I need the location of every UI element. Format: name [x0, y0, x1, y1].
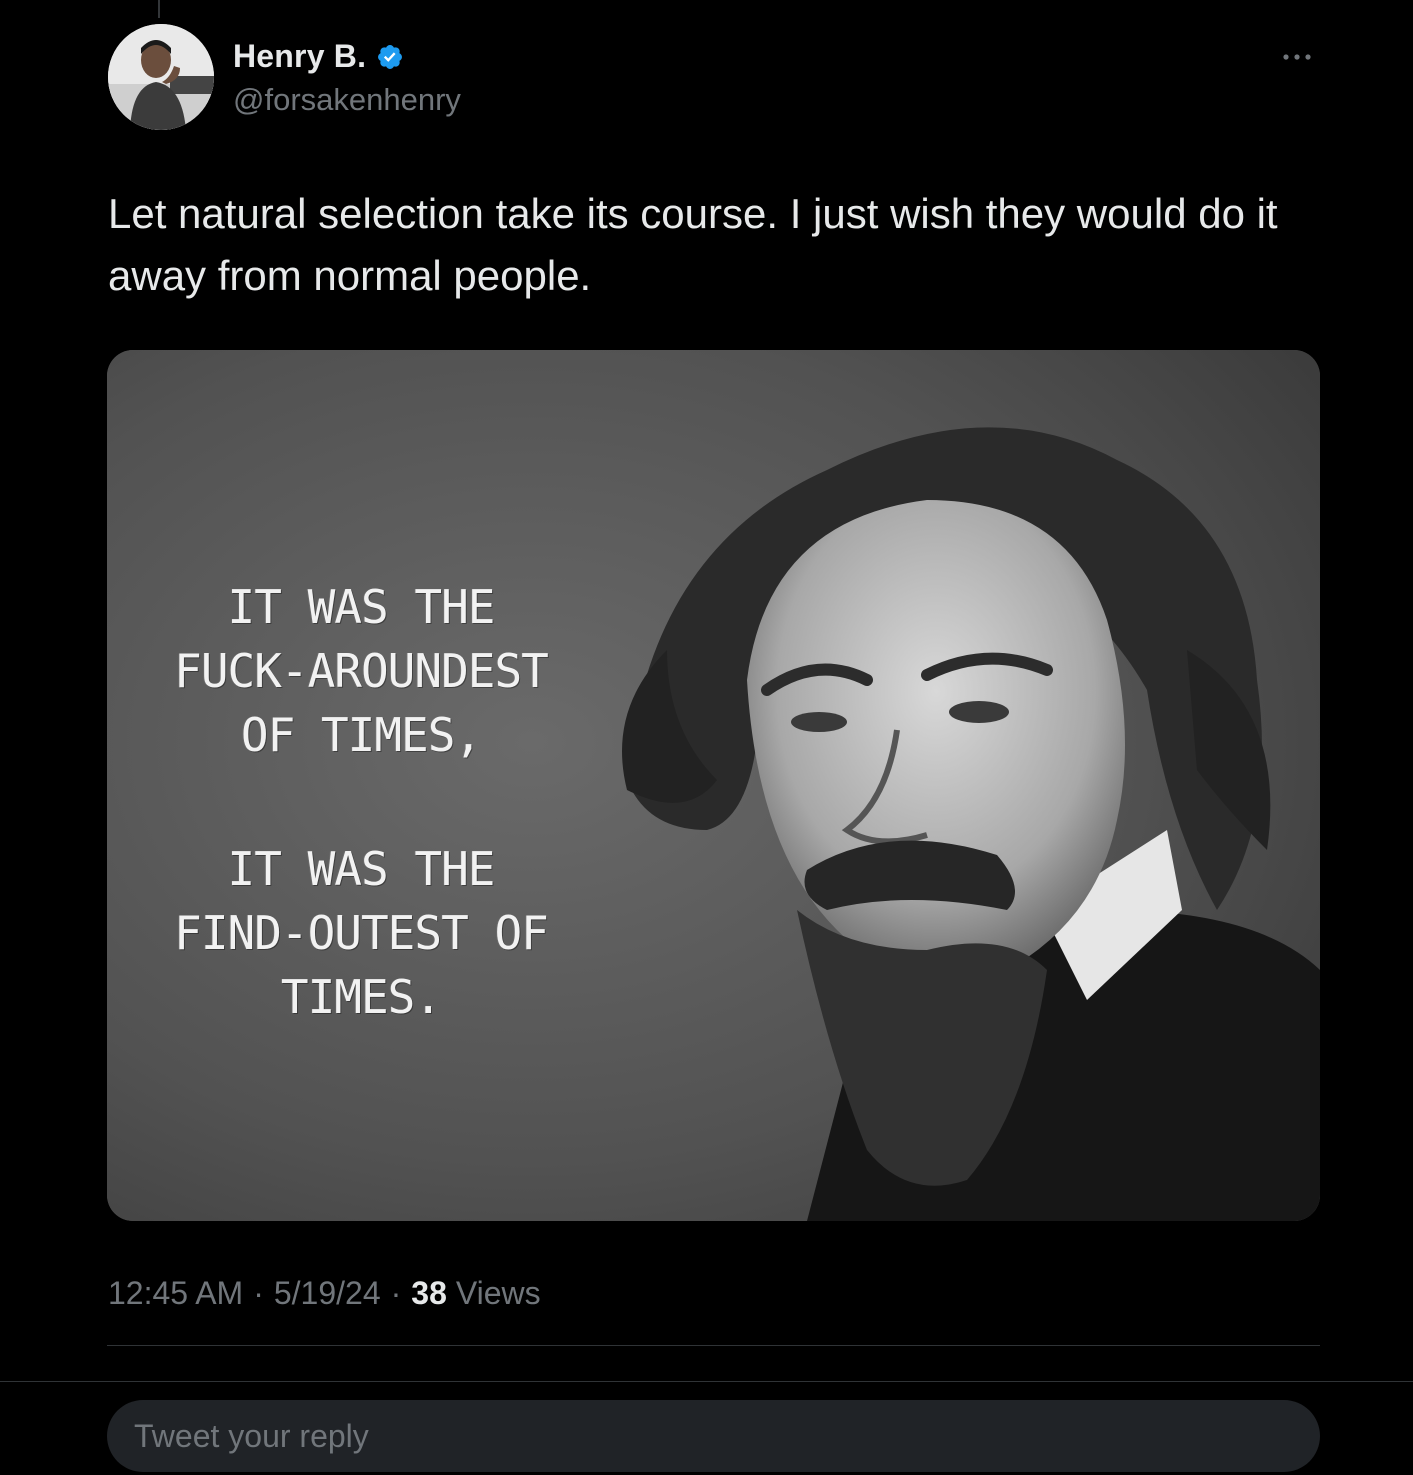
meme-quote-line-1: IT WAS THE FUCK-AROUNDEST OF TIMES,: [174, 580, 549, 762]
metadata-divider: [107, 1345, 1320, 1346]
thread-connector-line: [158, 0, 160, 18]
tweet-time[interactable]: 12:45 AM: [108, 1275, 243, 1312]
meta-separator: ·: [390, 1275, 402, 1311]
meme-quote-line-2: IT WAS THE FIND-OUTEST OF TIMES.: [174, 842, 549, 1024]
meta-separator: ·: [253, 1275, 264, 1311]
reply-section-divider: [0, 1381, 1413, 1382]
verified-badge-icon: [378, 44, 403, 69]
author-handle[interactable]: @forsakenhenry: [233, 82, 461, 118]
avatar[interactable]: [108, 24, 214, 130]
reply-input[interactable]: [132, 1416, 1320, 1456]
author-name-row: Henry B.: [233, 38, 404, 75]
author-display-name[interactable]: Henry B.: [233, 38, 366, 75]
reply-composer[interactable]: [107, 1400, 1320, 1472]
portrait-photo-icon: [107, 350, 1320, 1221]
tweet-media-image[interactable]: IT WAS THE FUCK-AROUNDEST OF TIMES, IT W…: [107, 350, 1320, 1221]
views-count[interactable]: 38: [411, 1275, 447, 1312]
tweet-detail-page: Henry B. @forsakenhenry Let natural sele…: [0, 0, 1413, 1475]
tweet-metadata: 12:45 AM · 5/19/24 · 38 Views: [108, 1275, 541, 1312]
views-label[interactable]: Views: [456, 1275, 541, 1312]
tweet-date[interactable]: 5/19/24: [274, 1275, 381, 1312]
profile-photo-icon: [108, 24, 214, 130]
tweet-text: Let natural selection take its course. I…: [108, 190, 1278, 299]
more-options-icon[interactable]: [1277, 40, 1317, 74]
